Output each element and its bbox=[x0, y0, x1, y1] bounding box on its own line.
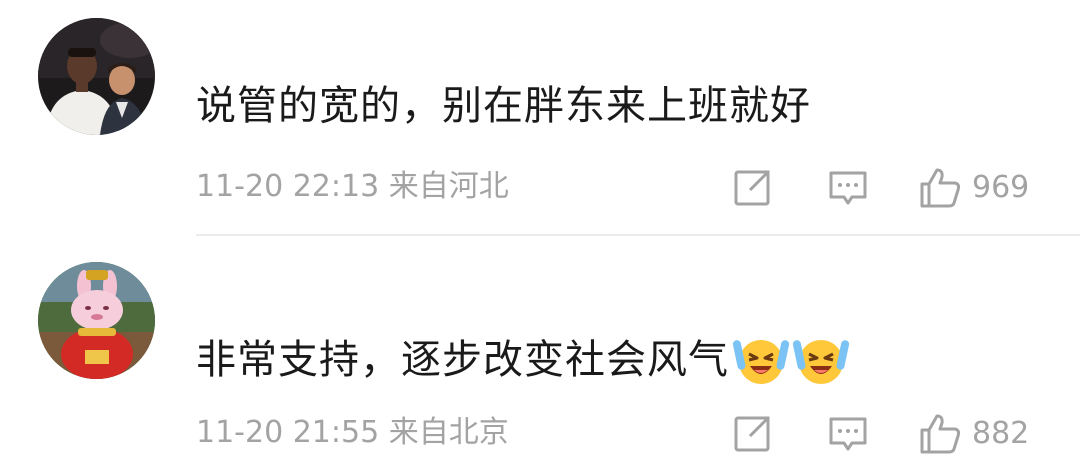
comment-time: 11-20 21:55 bbox=[196, 415, 380, 450]
comment-location: 来自北京 bbox=[388, 415, 509, 450]
comment-text: 非常支持，逐步改变社会风气 bbox=[196, 332, 849, 388]
comment-item: 非常支持，逐步改变社会风气 11-20 21:55 来自北京 882 bbox=[0, 236, 1080, 474]
comment-icon bbox=[829, 417, 867, 451]
comment-meta: 11-20 21:55 来自北京 bbox=[196, 418, 509, 448]
comment-location: 来自河北 bbox=[388, 169, 509, 204]
share-icon bbox=[734, 416, 770, 452]
like-button[interactable]: 882 bbox=[918, 412, 1029, 456]
like-count: 969 bbox=[972, 170, 1030, 205]
laugh-cry-emoji-icon bbox=[793, 332, 849, 388]
comment-meta: 11-20 22:13 来自河北 bbox=[196, 172, 509, 202]
comment-list: 说管的宽的，别在胖东来上班就好 11-20 22:13 来自河北 969 非常支… bbox=[0, 0, 1080, 474]
comment-item: 说管的宽的，别在胖东来上班就好 11-20 22:13 来自河北 969 bbox=[0, 0, 1080, 236]
share-button[interactable] bbox=[730, 166, 774, 210]
laugh-cry-emoji-icon bbox=[733, 332, 789, 388]
thumbs-up-icon bbox=[920, 168, 961, 208]
thumbs-up-icon bbox=[920, 414, 961, 454]
comment-text-content: 非常支持，逐步改变社会风气 bbox=[196, 337, 729, 383]
comment-time: 11-20 22:13 bbox=[196, 169, 380, 204]
user-avatar-pink-rabbit-icon bbox=[38, 262, 155, 379]
comment-button[interactable] bbox=[826, 166, 870, 210]
like-count: 882 bbox=[972, 416, 1030, 451]
user-avatar[interactable] bbox=[38, 262, 155, 379]
like-button[interactable]: 969 bbox=[918, 166, 1029, 210]
user-avatar-two-men-icon bbox=[38, 18, 155, 135]
comment-icon bbox=[829, 171, 867, 205]
share-icon bbox=[734, 170, 770, 206]
share-button[interactable] bbox=[730, 412, 774, 456]
comment-text: 说管的宽的，别在胖东来上班就好 bbox=[196, 83, 811, 129]
user-avatar[interactable] bbox=[38, 18, 155, 135]
comment-button[interactable] bbox=[826, 412, 870, 456]
